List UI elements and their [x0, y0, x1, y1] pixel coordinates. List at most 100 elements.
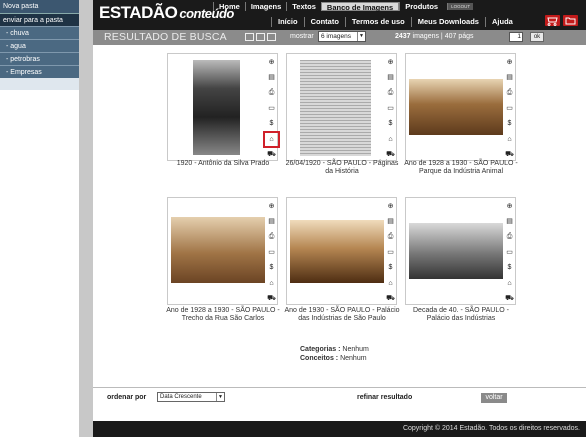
page-input[interactable]: 1 — [509, 32, 523, 42]
cart-icon[interactable]: ⛟ — [385, 293, 396, 304]
mostrar-select[interactable]: 6 imagens ▼ — [318, 31, 366, 42]
folder-icon[interactable]: ⌂ — [385, 134, 396, 145]
cart-icon[interactable]: ⛟ — [385, 149, 396, 160]
dollar-icon[interactable]: $ — [266, 118, 277, 129]
folder-icon[interactable]: ⌂ — [263, 130, 280, 148]
zoom-icon[interactable]: ⊕ — [385, 200, 396, 211]
search-meta: Categorias : Nenhum Conceitos : Nenhum — [300, 346, 369, 362]
list-view-icon[interactable] — [256, 33, 265, 41]
nav-home[interactable]: Home — [213, 2, 245, 11]
nav-meus-downloads[interactable]: Meus Downloads — [410, 17, 485, 27]
sidebar-item-chuva[interactable]: - chuva — [0, 26, 79, 39]
print-icon[interactable]: ⎙ — [266, 87, 277, 98]
footer: Copyright © 2014 Estadão. Todos os direi… — [93, 421, 586, 437]
result-thumbnail[interactable] — [290, 220, 384, 283]
results-toolbar: RESULTADO DE BUSCA mostrar 6 imagens ▼ 24… — [93, 30, 586, 45]
cart-icon[interactable]: ⛟ — [504, 149, 515, 160]
result-caption[interactable]: Ano de 1928 a 1930 - SÃO PAULO - Parque … — [401, 160, 521, 176]
nav-termos[interactable]: Termos de uso — [344, 17, 411, 27]
result-thumbnail[interactable] — [171, 217, 265, 283]
result-card[interactable]: ⊕ ▤ ⎙ ▭ $ ⌂ ⛟ — [167, 197, 278, 305]
ordenar-select[interactable]: Data Crescente ▼ — [157, 392, 225, 402]
dollar-icon[interactable]: $ — [504, 118, 515, 129]
zoom-icon[interactable]: ⊕ — [266, 56, 277, 67]
result-thumbnail[interactable] — [300, 60, 371, 156]
result-card[interactable]: ⊕ ▤ ⎙ ▭ $ ⌂ ⛟ — [286, 53, 397, 161]
card-icon[interactable]: ▭ — [385, 103, 396, 114]
sidebar: Nova pasta enviar para a pasta - chuva -… — [0, 0, 79, 90]
grid-view-icon[interactable] — [245, 33, 254, 41]
nav-imagens[interactable]: Imagens — [244, 2, 286, 11]
sidebar-item-enviar-para-pasta[interactable]: enviar para a pasta — [0, 13, 79, 26]
nav-inicio[interactable]: Início — [271, 17, 304, 27]
zoom-icon[interactable]: ⊕ — [385, 56, 396, 67]
zoom-icon[interactable]: ⊕ — [504, 200, 515, 211]
zoom-icon[interactable]: ⊕ — [266, 200, 277, 211]
sidebar-item-label: - agua — [6, 43, 26, 50]
nav-produtos[interactable]: Produtos — [399, 2, 443, 11]
folder-icon[interactable] — [563, 15, 578, 26]
site-header: ESTADÃO conteúdo Home Imagens Textos Banc… — [93, 0, 586, 30]
folder-icon[interactable]: ⌂ — [385, 278, 396, 289]
card-icon[interactable]: ▭ — [504, 103, 515, 114]
sidebar-item-agua[interactable]: - agua — [0, 39, 79, 52]
result-thumbnail[interactable] — [193, 60, 240, 155]
nav-contato[interactable]: Contato — [303, 17, 345, 27]
sidebar-item-petrobras[interactable]: - petrobras — [0, 52, 79, 65]
refinar-resultado-link[interactable]: refinar resultado — [357, 394, 412, 401]
nav-textos[interactable]: Textos — [286, 2, 321, 11]
cart-icon[interactable]: ⛟ — [504, 293, 515, 304]
result-caption[interactable]: 1920 - Antônio da Silva Prado — [163, 160, 283, 168]
sidebar-item-label: - Empresas — [6, 69, 42, 76]
result-card[interactable]: ⊕ ▤ ⎙ ▭ $ ⌂ ⛟ — [405, 53, 516, 161]
document-icon[interactable]: ▤ — [266, 216, 277, 227]
dollar-icon[interactable]: $ — [385, 262, 396, 273]
print-icon[interactable]: ⎙ — [266, 231, 277, 242]
card-icon[interactable]: ▭ — [504, 247, 515, 258]
dollar-icon[interactable]: $ — [266, 262, 277, 273]
voltar-button[interactable]: voltar — [481, 393, 507, 403]
nav-ajuda[interactable]: Ajuda — [484, 17, 519, 27]
print-icon[interactable]: ⎙ — [504, 231, 515, 242]
sidebar-item-label: Nova pasta — [3, 3, 39, 10]
sidebar-item-label: enviar para a pasta — [3, 17, 63, 24]
print-icon[interactable]: ⎙ — [385, 87, 396, 98]
result-thumbnail[interactable] — [409, 79, 503, 135]
card-icon[interactable]: ▭ — [266, 247, 277, 258]
result-caption[interactable]: 26/04/1920 - SÃO PAULO - Páginas da Hist… — [282, 160, 402, 176]
folder-icon[interactable]: ⌂ — [504, 278, 515, 289]
mostrar-label: mostrar — [290, 33, 314, 40]
zoom-icon[interactable]: ⊕ — [504, 56, 515, 67]
print-icon[interactable]: ⎙ — [504, 87, 515, 98]
sidebar-item-empresas[interactable]: - Empresas — [0, 65, 79, 78]
card-icon[interactable]: ▭ — [266, 103, 277, 114]
result-caption[interactable]: Decada de 40. - SÃO PAULO - Palácio das … — [401, 307, 521, 323]
folder-icon[interactable]: ⌂ — [504, 134, 515, 145]
cart-icon[interactable]: ⛟ — [266, 149, 277, 160]
result-card[interactable]: ⊕ ▤ ⎙ ▭ $ ⌂ ⛟ — [286, 197, 397, 305]
result-card[interactable]: ⊕ ▤ ⎙ ▭ $ ⌂ ⛟ — [405, 197, 516, 305]
detail-view-icon[interactable] — [267, 33, 276, 41]
cart-icon[interactable]: ⛟ — [266, 293, 277, 304]
document-icon[interactable]: ▤ — [504, 216, 515, 227]
folder-icon[interactable]: ⌂ — [266, 278, 277, 289]
print-icon[interactable]: ⎙ — [385, 231, 396, 242]
dollar-icon[interactable]: $ — [385, 118, 396, 129]
copyright-text: Copyright © 2014 Estadão. Todos os direi… — [402, 425, 580, 432]
nav-banco-de-imagens[interactable]: Banco de Imagens — [320, 2, 400, 12]
result-actions: ⊕ ▤ ⎙ ▭ $ ⌂ ⛟ — [504, 200, 515, 309]
document-icon[interactable]: ▤ — [385, 72, 396, 83]
card-icon[interactable]: ▭ — [385, 247, 396, 258]
sidebar-item-nova-pasta[interactable]: Nova pasta — [0, 0, 79, 13]
result-card[interactable]: ⊕ ▤ ⎙ ▭ $ ⌂ ⛟ — [167, 53, 280, 161]
dollar-icon[interactable]: $ — [504, 262, 515, 273]
result-thumbnail[interactable] — [409, 223, 503, 279]
document-icon[interactable]: ▤ — [266, 72, 277, 83]
document-icon[interactable]: ▤ — [385, 216, 396, 227]
result-caption[interactable]: Ano de 1928 a 1930 - SÃO PAULO - Trecho … — [163, 307, 283, 323]
document-icon[interactable]: ▤ — [504, 72, 515, 83]
ok-button[interactable]: ok — [530, 32, 544, 42]
cart-icon[interactable] — [545, 15, 560, 26]
result-caption[interactable]: Ano de 1930 - SÃO PAULO - Palácio das In… — [282, 307, 402, 323]
logout-button[interactable]: LOGOUT — [447, 3, 474, 10]
